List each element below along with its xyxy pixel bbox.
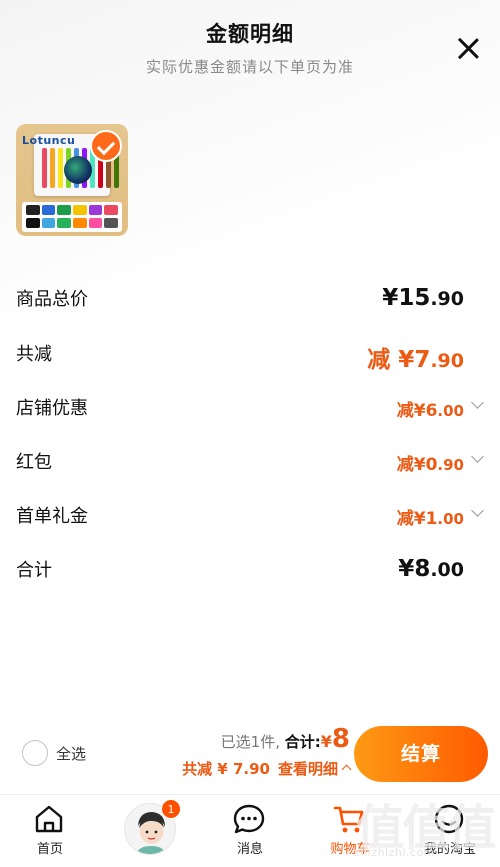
currency-symbol: ¥ — [413, 509, 426, 529]
home-icon — [35, 805, 63, 833]
currency-symbol: ¥ — [382, 285, 399, 311]
price-cents: .00 — [437, 510, 464, 528]
row-label: 共减 — [16, 344, 52, 365]
cart-icon — [333, 806, 364, 833]
row-shop-discount[interactable]: 店铺优惠 减¥6.00 — [16, 394, 484, 424]
sheet-title: 金额明细 — [206, 22, 294, 46]
selected-check-icon[interactable] — [90, 130, 122, 162]
chevron-up-icon[interactable] — [341, 764, 352, 775]
row-value: ¥8.00 — [398, 556, 464, 582]
message-icon — [233, 804, 265, 834]
tab-label: 我的淘宝 — [423, 842, 476, 857]
tab-label: 首页 — [36, 842, 63, 857]
row-sum: 合计 ¥8.00 — [16, 556, 484, 586]
select-all-radio[interactable] — [22, 740, 48, 766]
currency-symbol: ¥ — [398, 347, 415, 373]
price-cents: .90 — [430, 288, 464, 310]
product-color-card — [22, 202, 122, 232]
currency-symbol: ¥ — [398, 556, 415, 582]
row-red-packet[interactable]: 红包 减¥0.90 — [16, 448, 484, 478]
summary-total-line: 已选1件, 合计:¥8 — [182, 724, 350, 754]
price-int: 15 — [398, 285, 431, 311]
currency-symbol: ¥ — [320, 732, 332, 751]
tab-label: 购物车 — [330, 842, 370, 857]
price-int: 8 — [414, 556, 431, 582]
notification-badge: 1 — [161, 799, 181, 819]
row-label: 合计 — [16, 560, 52, 581]
bottom-tab-bar: 首页 1 消息 购物车 我的淘宝 — [0, 794, 500, 867]
discount-summary: 共减 ¥ 7.90 — [182, 760, 270, 778]
select-all-toggle[interactable]: 全选 — [22, 740, 86, 766]
row-label: 红包 — [16, 452, 52, 473]
row-total-discount: 共减 减 ¥7.90 — [16, 340, 484, 373]
discount-prefix: 减 — [396, 401, 414, 421]
price-cents: .90 — [437, 456, 464, 474]
currency-symbol: ¥ — [413, 455, 426, 475]
product-brand-text: Lotuncu — [22, 134, 76, 147]
tab-home[interactable]: 首页 — [0, 795, 100, 867]
row-total-price: 商品总价 ¥15.90 — [16, 285, 484, 315]
price-int: 0 — [425, 455, 438, 475]
row-value: 减¥0.90 — [397, 450, 464, 475]
sheet-header: 金额明细 实际优惠金额请以下单页为准 — [0, 18, 500, 77]
select-all-label: 全选 — [56, 744, 87, 763]
checkout-bar: 全选 已选1件, 合计:¥8 共减 ¥ 7.90 查看明细 结算 — [0, 720, 500, 794]
price-int: 7 — [414, 347, 431, 373]
tab-messages[interactable]: 消息 — [200, 795, 300, 867]
chevron-down-icon[interactable] — [471, 450, 484, 463]
price-cents: .90 — [430, 350, 464, 372]
discount-prefix: 减 — [367, 347, 391, 373]
price-int: 6 — [425, 401, 438, 421]
tab-avatar[interactable]: 1 — [100, 795, 200, 867]
row-value: 减 ¥7.90 — [367, 340, 464, 374]
selected-count: 已选1件, — [220, 733, 280, 751]
chevron-down-icon[interactable] — [471, 504, 484, 517]
tab-cart[interactable]: 购物车 — [300, 795, 400, 867]
row-value: 减¥1.00 — [397, 504, 464, 529]
price-cents: .00 — [437, 402, 464, 420]
row-label: 首单礼金 — [16, 506, 88, 527]
discount-prefix: 减 — [396, 509, 414, 529]
view-detail-link[interactable]: 查看明细 — [278, 760, 338, 778]
row-label: 商品总价 — [16, 289, 88, 310]
total-number: 8 — [331, 724, 350, 754]
chevron-down-icon[interactable] — [471, 396, 484, 409]
total-label: 合计: — [284, 733, 321, 751]
checkout-button[interactable]: 结算 — [354, 726, 488, 782]
tab-my-taobao[interactable]: 我的淘宝 — [400, 795, 500, 867]
row-value: ¥15.90 — [382, 285, 464, 311]
price-int: 1 — [425, 509, 438, 529]
total-value: ¥8 — [320, 724, 350, 754]
row-label: 店铺优惠 — [16, 398, 88, 419]
checkout-summary: 已选1件, 合计:¥8 共减 ¥ 7.90 查看明细 — [182, 724, 352, 779]
sheet-subtitle: 实际优惠金额请以下单页为准 — [145, 58, 354, 76]
profile-icon — [434, 804, 464, 834]
price-cents: .00 — [430, 559, 464, 581]
summary-discount-line[interactable]: 共减 ¥ 7.90 查看明细 — [182, 758, 352, 779]
row-first-order-gift[interactable]: 首单礼金 减¥1.00 — [16, 502, 484, 532]
tab-label: 消息 — [236, 842, 263, 857]
row-value: 减¥6.00 — [397, 396, 464, 421]
discount-prefix: 减 — [396, 455, 414, 475]
product-sticker-image — [64, 156, 92, 184]
currency-symbol: ¥ — [413, 401, 426, 421]
close-icon[interactable] — [456, 36, 480, 60]
